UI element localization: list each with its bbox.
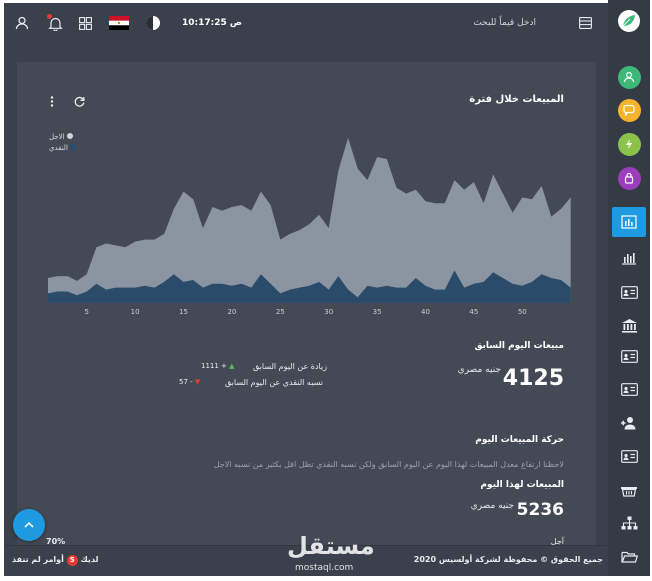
sidebar-item-cards-4[interactable] [612, 441, 646, 471]
increase-value: 1111 + [201, 362, 227, 370]
pending-count-badge: 5 [66, 555, 78, 566]
x-tick-label: 20 [227, 308, 236, 316]
user-plus-icon [620, 416, 638, 430]
sidebar-item-bank[interactable] [612, 310, 646, 340]
theme-toggle-icon[interactable] [144, 14, 162, 32]
lock-icon [617, 166, 641, 190]
sidebar-item-reports[interactable] [612, 243, 646, 273]
user-icon [617, 65, 641, 89]
bank-icon [621, 318, 638, 333]
search-input[interactable]: ادخل قيماً للبحث [473, 18, 536, 28]
egypt-flag-icon[interactable] [108, 15, 130, 31]
sidebar-item-security[interactable] [612, 163, 646, 193]
today-currency: جنيه مصري [470, 501, 514, 511]
sidebar-item-add-user[interactable] [612, 408, 646, 438]
notification-dot [47, 14, 52, 19]
bar-chart-outline-icon [621, 251, 637, 265]
watermark-latin: mostaql.com [295, 563, 354, 573]
grid-icon[interactable] [77, 15, 93, 31]
scroll-top-button[interactable] [13, 509, 45, 541]
sidebar [608, 0, 650, 576]
movement-title: حركة المبيعات اليوم [475, 435, 564, 445]
yesterday-title: مبيعات اليوم السابق [474, 341, 564, 351]
x-tick-label: 5 [84, 308, 88, 316]
cash-ratio-label: نسبه النقدي عن اليوم السابق [225, 378, 323, 387]
arrow-up-icon: ▲ [229, 362, 235, 370]
sidebar-item-hierarchy[interactable] [612, 508, 646, 538]
sidebar-item-cards-2[interactable] [612, 341, 646, 371]
x-tick-label: 50 [518, 308, 527, 316]
yesterday-value: 4125 [502, 366, 564, 391]
main-content: المبيعات خلال فترة الاجل النقدي 5 10 15 20 2… [4, 45, 608, 576]
basket-icon [620, 483, 638, 497]
cash-ratio-row: 57 - ▼ [179, 378, 200, 386]
today-sales-title: المبيعات لهذا اليوم [480, 480, 564, 490]
x-tick-label: 35 [373, 308, 382, 316]
x-tick-label: 40 [421, 308, 430, 316]
id-card-icon [620, 285, 638, 299]
sidebar-item-activity[interactable] [612, 129, 646, 159]
watermark: مستقل mostaql.com [283, 532, 375, 576]
cash-ratio-value: 57 - [179, 378, 193, 386]
increase-label: زيادة عن اليوم السابق [253, 362, 328, 371]
increase-value-row: 1111 + ▲ [201, 362, 235, 370]
movement-note: لاحظنا ارتفاع معدل المبيعات لهذا اليوم ع… [213, 460, 564, 469]
bell-icon[interactable] [46, 14, 64, 32]
pending-text: أوامر لم تنفذ [12, 555, 64, 564]
chevron-up-icon [24, 521, 34, 528]
folder-icon [620, 550, 638, 563]
top-bar: 10:17:25 ص ادخل قيماً للبحث [4, 3, 608, 45]
x-tick-label: 45 [469, 308, 478, 316]
sitemap-icon [621, 516, 638, 530]
user-icon[interactable] [14, 15, 30, 31]
bar-chart-icon [621, 215, 637, 229]
x-tick-label: 10 [131, 308, 140, 316]
arrow-down-icon: ▼ [194, 378, 201, 386]
sidebar-item-cards-3[interactable] [612, 374, 646, 404]
x-tick-label: 30 [324, 308, 333, 316]
yesterday-currency: جنيه مصري [457, 365, 501, 375]
watermark-arabic: مستقل [287, 532, 375, 560]
menu-icon[interactable] [578, 16, 592, 30]
sidebar-item-basket[interactable] [612, 475, 646, 505]
sidebar-item-user[interactable] [612, 62, 646, 92]
x-tick-label: 15 [179, 308, 188, 316]
pending-you-have: لديك [80, 555, 99, 564]
x-tick-label: 25 [276, 308, 285, 316]
sidebar-item-messages[interactable] [612, 95, 646, 125]
sales-card: المبيعات خلال فترة الاجل النقدي 5 10 15 20 2… [17, 62, 596, 576]
logo-leaf-icon[interactable] [616, 8, 642, 34]
chat-icon [617, 98, 641, 122]
sales-area-chart: 5 10 15 20 25 30 35 40 45 50 [48, 137, 571, 316]
sidebar-item-sales-chart[interactable] [612, 207, 646, 237]
sidebar-item-cards[interactable] [612, 277, 646, 307]
clock-time: 10:17:25 ص [182, 18, 243, 28]
id-card-icon [620, 349, 638, 363]
bolt-icon [617, 132, 641, 156]
copyright-text: جميع الحقوق © محفوظة لشركة أولسيس 2020 [413, 555, 603, 564]
id-card-icon [620, 449, 638, 463]
sidebar-item-folder[interactable] [612, 541, 646, 571]
pending-orders[interactable]: لديك 5 أوامر لم تنفذ [12, 555, 99, 566]
today-value: 5236 [516, 500, 564, 520]
id-card-icon [620, 382, 638, 396]
app-frame: 10:17:25 ص ادخل قيماً للبحث المبيعات خلا… [0, 0, 652, 581]
